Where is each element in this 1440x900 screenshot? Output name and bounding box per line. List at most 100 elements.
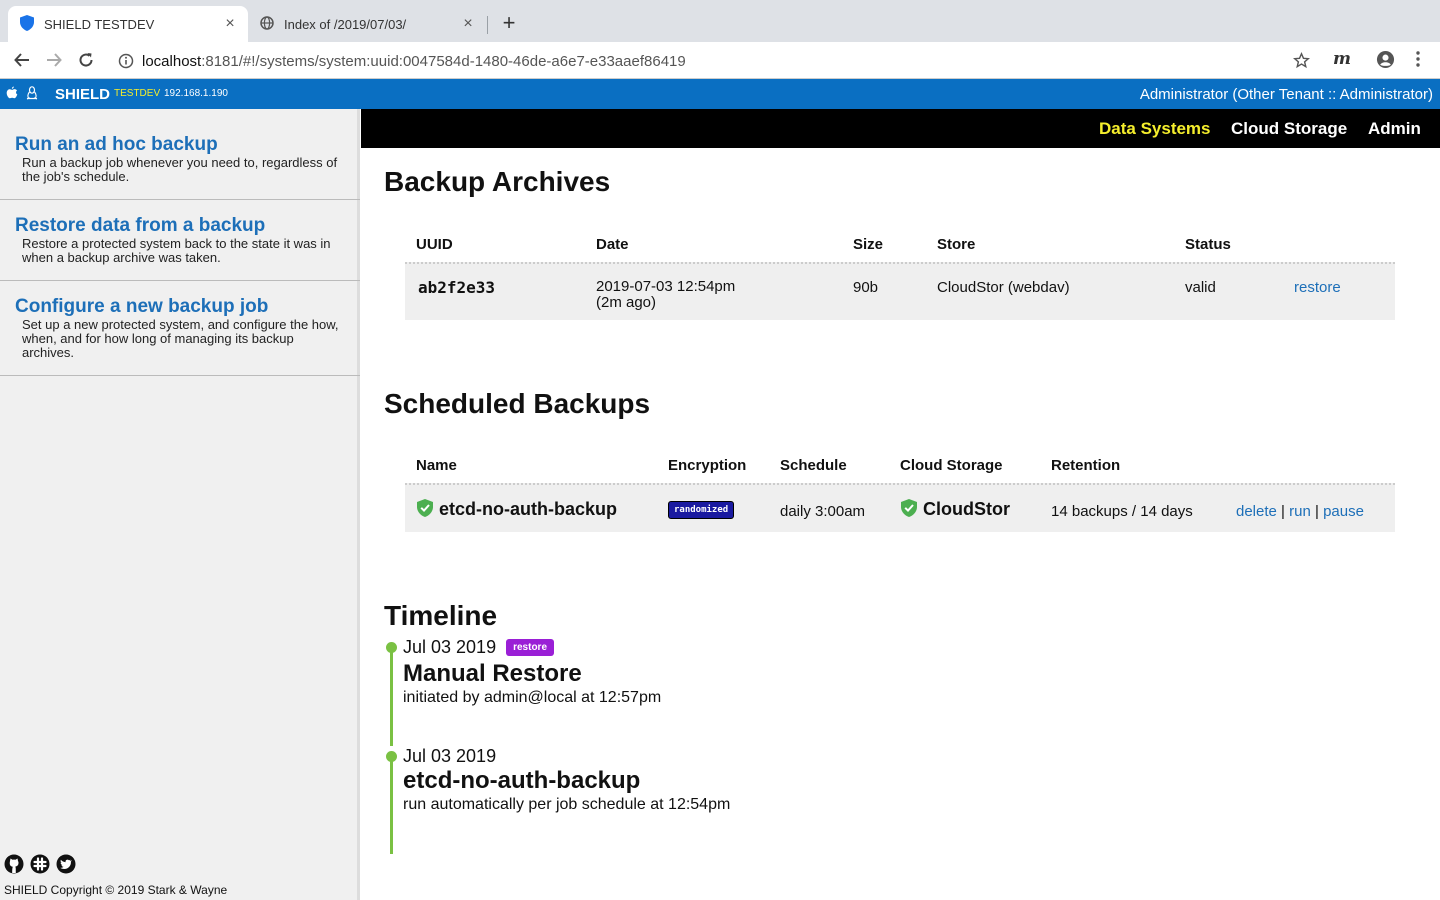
info-icon[interactable]	[118, 53, 134, 74]
scheduled-backups-heading: Scheduled Backups	[384, 388, 651, 419]
sidebar-item-configure-job[interactable]: Configure a new backup job Set up a new …	[0, 281, 360, 376]
sidebar-item-desc: Run a backup job whenever you need to, r…	[22, 155, 338, 184]
col-store: Store	[937, 236, 976, 253]
storage-cell: CloudStor	[901, 499, 1010, 522]
url-path: :8181/#!/systems/system:uuid:0047584d-14…	[201, 53, 686, 70]
nav-data-systems[interactable]: Data Systems	[1099, 119, 1211, 139]
archive-ago: (2m ago)	[596, 294, 657, 311]
archive-uuid: ab2f2e33	[418, 278, 496, 297]
os-icons	[6, 86, 38, 105]
apple-icon[interactable]	[6, 86, 18, 105]
col-size: Size	[853, 236, 884, 253]
browser-tab-bar: SHIELD TESTDEV × Index of /2019/07/03/ ×…	[0, 0, 1440, 42]
archive-row	[405, 262, 1395, 320]
browser-toolbar: localhost:8181/#!/systems/system:uuid:00…	[0, 42, 1440, 79]
sidebar-item-title[interactable]: Restore data from a backup	[15, 215, 345, 237]
star-icon[interactable]	[1292, 52, 1311, 74]
extension-icon[interactable]: m	[1333, 49, 1351, 69]
event-title: Manual Restore	[403, 660, 582, 687]
job-name-cell: etcd-no-auth-backup	[417, 499, 617, 522]
event-date: Jul 03 2019	[403, 637, 497, 657]
action-separator: |	[1281, 503, 1285, 520]
back-arrow-icon[interactable]	[12, 50, 32, 70]
linux-icon[interactable]	[26, 86, 38, 105]
delete-link[interactable]: delete	[1236, 503, 1277, 520]
action-separator: |	[1314, 503, 1319, 520]
copyright: SHIELD Copyright © 2019 Stark & Wayne	[4, 883, 228, 897]
app-header: SHIELD TESTDEV 192.168.1.190 Administrat…	[0, 79, 1440, 109]
forward-arrow-icon[interactable]	[44, 50, 64, 70]
archive-date: 2019-07-03 12:54pm	[596, 278, 736, 295]
address-bar[interactable]: localhost:8181/#!/systems/system:uuid:00…	[108, 46, 1320, 76]
run-link[interactable]: run	[1289, 503, 1311, 520]
user-menu[interactable]: Administrator (Other Tenant :: Administr…	[1140, 86, 1433, 103]
col-uuid: UUID	[416, 236, 453, 253]
check-shield-icon	[901, 499, 917, 522]
archive-size: 90b	[853, 279, 879, 296]
sidebar-item-title[interactable]: Run an ad hoc backup	[15, 134, 345, 156]
main-nav: Data Systems Cloud Storage Admin	[361, 109, 1440, 148]
restore-badge: restore	[506, 639, 554, 656]
event-date: Jul 03 2019	[403, 746, 497, 766]
timeline-dot	[386, 751, 397, 762]
shield-icon	[20, 14, 34, 34]
nav-admin[interactable]: Admin	[1368, 119, 1421, 139]
archive-status: valid	[1185, 279, 1216, 296]
event-desc: initiated by admin@local at 12:57pm	[403, 689, 662, 706]
timeline-date: Jul 03 2019 restore	[403, 637, 554, 658]
github-icon[interactable]	[4, 854, 24, 879]
twitter-icon[interactable]	[56, 854, 76, 879]
timeline-line	[390, 756, 393, 854]
profile-icon[interactable]	[1376, 50, 1395, 74]
sidebar-item-adhoc-backup[interactable]: Run an ad hoc backup Run a backup job wh…	[0, 109, 360, 200]
restore-link[interactable]: restore	[1294, 279, 1341, 296]
timeline-line	[390, 647, 393, 746]
env-label: TESTDEV	[114, 88, 161, 99]
col-schedule: Schedule	[780, 457, 847, 474]
reload-icon[interactable]	[76, 50, 96, 70]
sidebar-item-desc: Restore a protected system back to the s…	[22, 236, 331, 265]
archive-store: CloudStor (webdav)	[937, 279, 1070, 296]
url-host: localhost	[142, 53, 202, 70]
sidebar-item-title[interactable]: Configure a new backup job	[15, 296, 345, 318]
close-icon[interactable]: ×	[460, 16, 476, 32]
tab-title: Index of /2019/07/03/	[284, 16, 407, 32]
tab-index[interactable]: Index of /2019/07/03/ ×	[250, 6, 486, 42]
job-name[interactable]: etcd-no-auth-backup	[439, 499, 617, 519]
social-links	[4, 854, 227, 879]
kebab-menu-icon[interactable]	[1416, 51, 1420, 72]
col-cloud-storage: Cloud Storage	[900, 457, 1003, 474]
encryption-cell: randomized	[668, 499, 735, 519]
col-encryption: Encryption	[668, 457, 747, 474]
timeline-heading: Timeline	[384, 600, 498, 631]
job-actions: delete | run | pause	[1236, 503, 1364, 520]
pause-link[interactable]: pause	[1323, 503, 1364, 520]
globe-icon	[260, 15, 274, 33]
col-name: Name	[416, 457, 457, 474]
storage-name[interactable]: CloudStor	[923, 499, 1010, 519]
job-schedule: daily 3:00am	[780, 503, 866, 520]
slack-icon[interactable]	[30, 854, 50, 879]
col-retention: Retention	[1051, 457, 1121, 474]
sidebar-footer: SHIELD Copyright © 2019 Stark & Wayne	[4, 854, 227, 897]
tab-title: SHIELD TESTDEV	[44, 16, 155, 32]
col-date: Date	[596, 236, 629, 253]
timeline-dot	[386, 642, 397, 653]
col-status: Status	[1185, 236, 1231, 253]
event-desc: run automatically per job schedule at 12…	[403, 796, 731, 813]
event-title: etcd-no-auth-backup	[403, 767, 641, 794]
job-retention: 14 backups / 14 days	[1051, 503, 1193, 520]
close-icon[interactable]: ×	[222, 16, 238, 32]
archive-date-cell: 2019-07-03 12:54pm (2m ago)	[596, 279, 735, 311]
url-text: localhost:8181/#!/systems/system:uuid:00…	[142, 53, 686, 70]
ip-address: 192.168.1.190	[164, 88, 228, 99]
plus-icon[interactable]: +	[498, 12, 520, 34]
check-shield-icon	[417, 499, 433, 522]
tab-separator	[487, 16, 488, 34]
backup-archives-heading: Backup Archives	[384, 166, 611, 197]
sidebar-item-restore[interactable]: Restore data from a backup Restore a pro…	[0, 200, 360, 281]
nav-cloud-storage[interactable]: Cloud Storage	[1231, 119, 1347, 139]
tab-shield-testdev[interactable]: SHIELD TESTDEV ×	[8, 6, 248, 42]
encryption-badge: randomized	[668, 501, 735, 519]
brand-name[interactable]: SHIELD	[55, 86, 110, 103]
